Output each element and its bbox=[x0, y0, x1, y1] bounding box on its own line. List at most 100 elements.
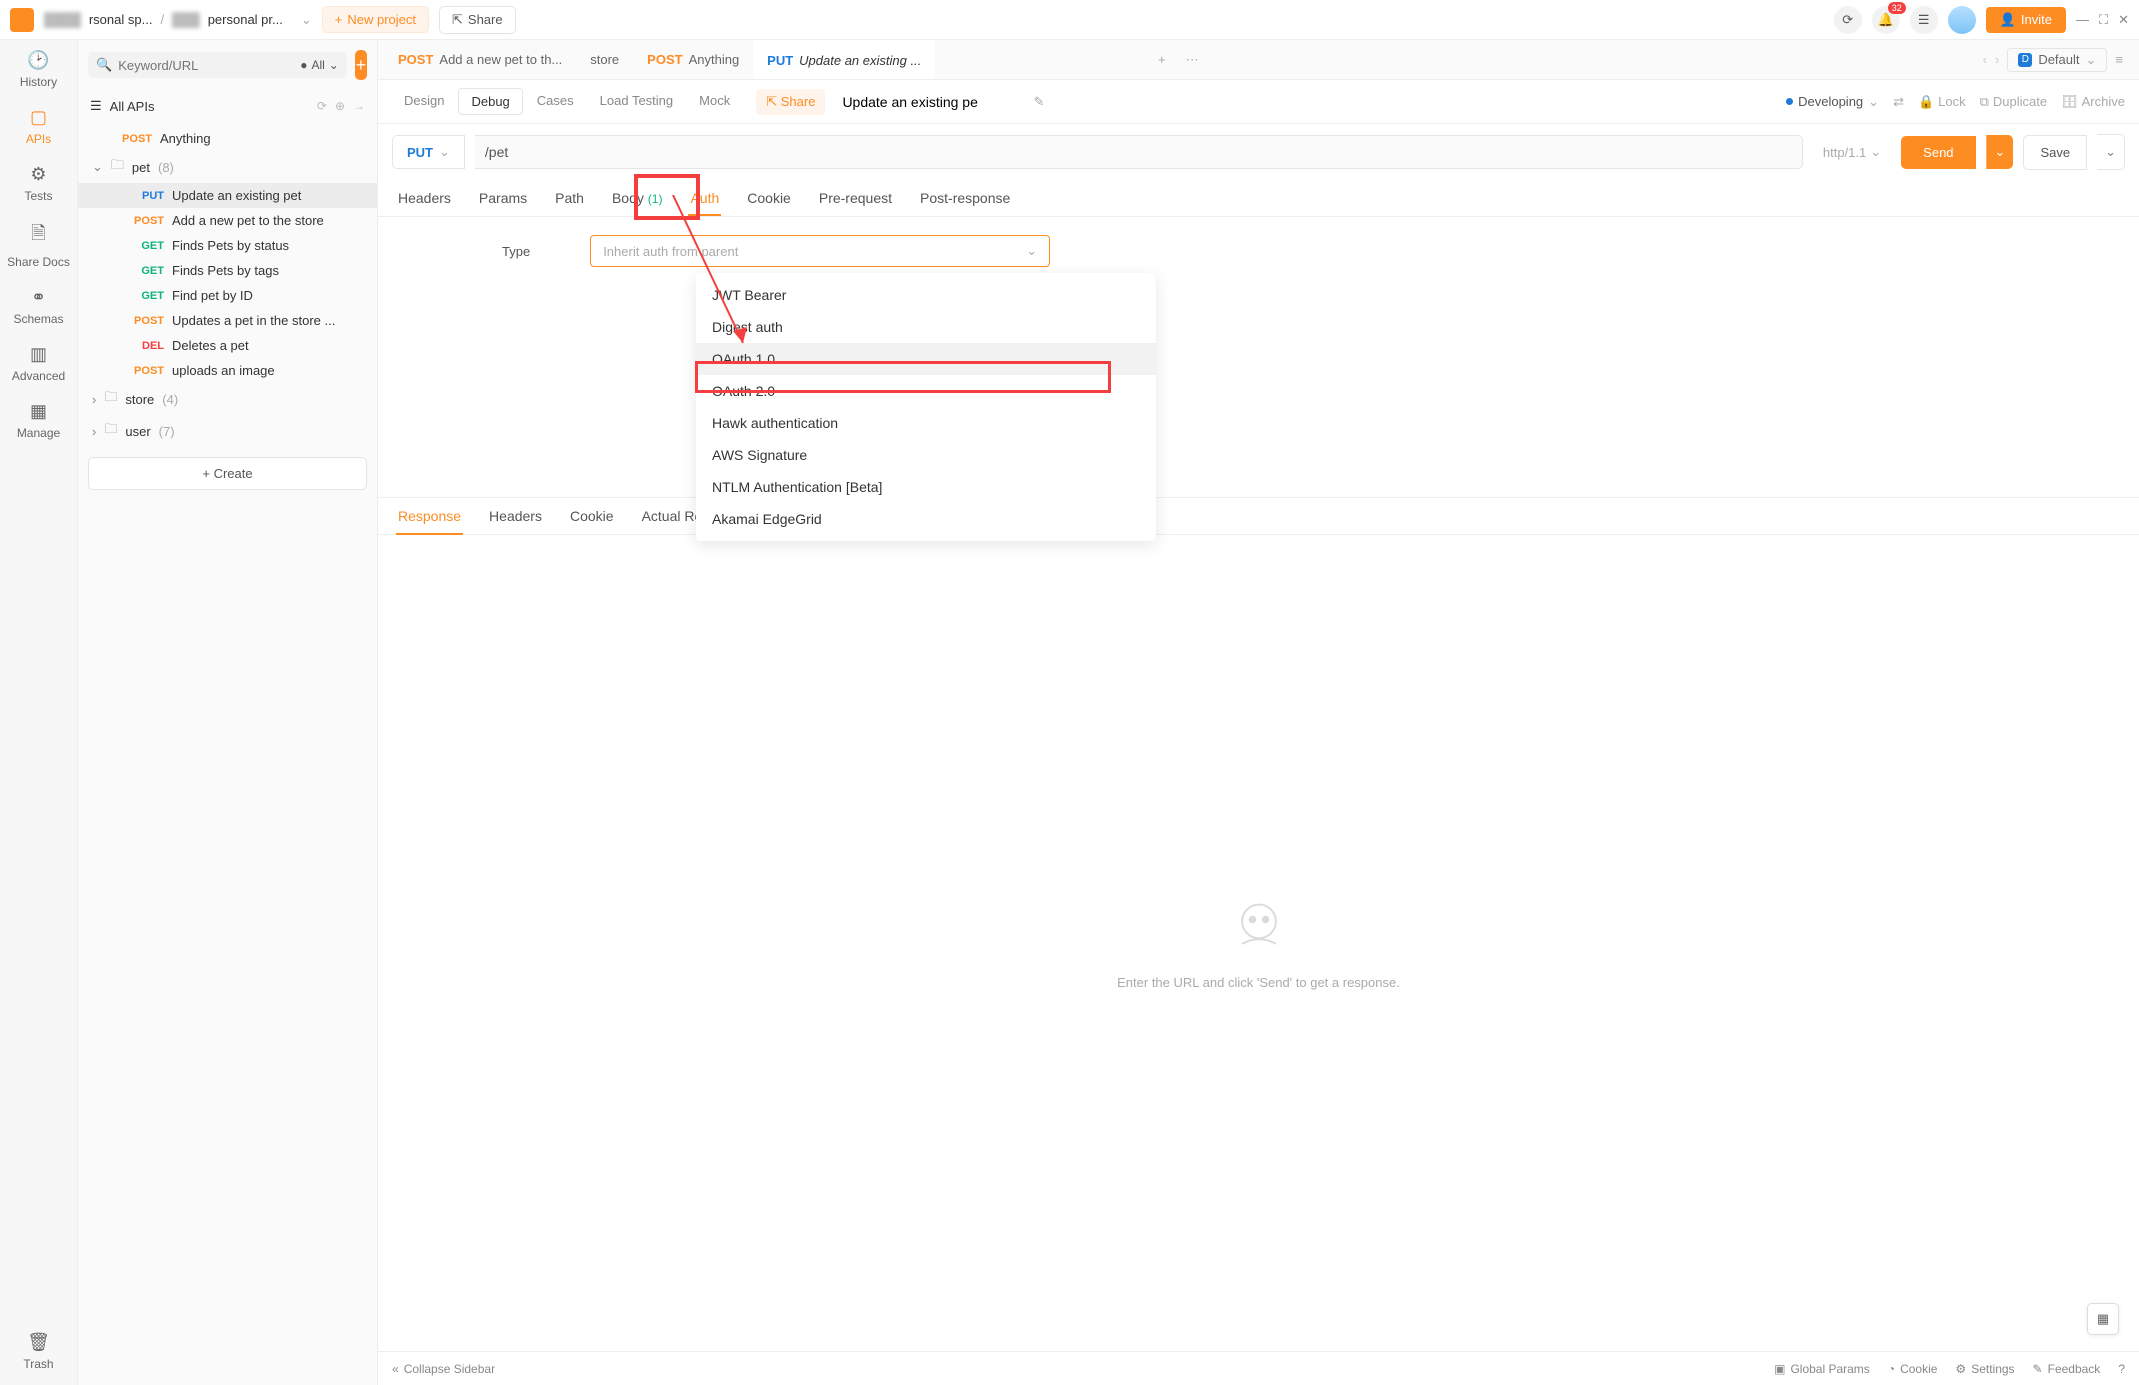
tree-item[interactable]: GETFinds Pets by tags bbox=[78, 258, 377, 283]
help-button[interactable]: ? bbox=[2118, 1362, 2125, 1376]
arrow-icon[interactable]: → bbox=[353, 99, 365, 113]
auth-option[interactable]: Digest auth bbox=[696, 311, 1156, 343]
auth-option[interactable]: Akamai EdgeGrid bbox=[696, 503, 1156, 535]
mode-cases[interactable]: Cases bbox=[525, 88, 586, 115]
method-selector[interactable]: PUT⌄ bbox=[392, 135, 465, 169]
tree-item-anything[interactable]: POST Anything bbox=[78, 126, 377, 151]
send-dropdown[interactable]: ⌄ bbox=[1986, 135, 2014, 169]
api-status-selector[interactable]: Developing ⌄ bbox=[1786, 94, 1879, 110]
search-input-wrapper[interactable]: 🔍 ● All ⌄ bbox=[88, 52, 347, 78]
tree-item[interactable]: POSTuploads an image bbox=[78, 358, 377, 383]
refresh-icon[interactable]: ⟳ bbox=[317, 99, 327, 113]
ptab-prereq[interactable]: Pre-request bbox=[817, 180, 894, 216]
feedback-button[interactable]: ✎Feedback bbox=[2033, 1362, 2101, 1376]
rail-tests[interactable]: ⚙Tests bbox=[24, 164, 52, 203]
share-api-button[interactable]: ⇱ Share bbox=[756, 89, 825, 115]
close-icon[interactable]: ✕ bbox=[2118, 12, 2129, 28]
tree-item[interactable]: PUTUpdate an existing pet bbox=[78, 183, 377, 208]
request-tab[interactable]: POST Anything bbox=[633, 40, 753, 79]
share-top-button[interactable]: ⇱Share bbox=[439, 6, 516, 34]
add-button[interactable]: + bbox=[355, 50, 367, 80]
edit-name-icon[interactable]: ✎ bbox=[1033, 94, 1044, 110]
maximize-icon[interactable]: ⛶ bbox=[2099, 12, 2108, 28]
duplicate-button[interactable]: ⧉Duplicate bbox=[1980, 94, 2048, 110]
send-button[interactable]: Send bbox=[1901, 136, 1975, 169]
auth-option[interactable]: OAuth 1.0 bbox=[696, 343, 1156, 375]
auth-option[interactable]: NTLM Authentication [Beta] bbox=[696, 471, 1156, 503]
settings-button[interactable]: ⚙Settings bbox=[1955, 1362, 2014, 1376]
tab-nav-next[interactable]: › bbox=[1995, 52, 1999, 67]
lock-button[interactable]: 🔒Lock bbox=[1918, 94, 1966, 110]
auth-option[interactable]: Hawk authentication bbox=[696, 407, 1156, 439]
request-tab[interactable]: PUT Update an existing ... bbox=[753, 40, 935, 79]
tree-item[interactable]: GETFind pet by ID bbox=[78, 283, 377, 308]
ptab-body[interactable]: Body (1) bbox=[610, 180, 664, 216]
search-scope-all[interactable]: ● All ⌄ bbox=[300, 58, 339, 72]
layout-toggle-button[interactable]: ▦ bbox=[2087, 1303, 2119, 1335]
all-apis-header[interactable]: ☰ All APIs ⟳ ⊕ → bbox=[78, 90, 377, 122]
archive-button[interactable]: 🗄Archive bbox=[2061, 94, 2125, 110]
auth-option[interactable]: OAuth 2.0 bbox=[696, 375, 1156, 407]
mode-design[interactable]: Design bbox=[392, 88, 456, 115]
rail-trash[interactable]: 🗑Trash bbox=[23, 1332, 53, 1371]
tab-nav-prev[interactable]: ‹ bbox=[1983, 52, 1987, 67]
tree-folder-pet[interactable]: ⌄ 🗀 pet (8) bbox=[78, 151, 377, 183]
sync-icon[interactable]: ⟳ bbox=[1834, 6, 1862, 34]
ptab-path[interactable]: Path bbox=[553, 180, 586, 216]
global-params-button[interactable]: ▣Global Params bbox=[1774, 1362, 1870, 1376]
rail-history[interactable]: 🕑History bbox=[20, 50, 57, 89]
rail-advanced[interactable]: ▥Advanced bbox=[12, 344, 65, 383]
breadcrumb[interactable]: ████ rsonal sp... / ███ personal pr... ⌄ bbox=[44, 12, 312, 28]
api-name-input[interactable] bbox=[839, 91, 1019, 113]
tab-more-button[interactable]: ⋯ bbox=[1176, 52, 1209, 68]
create-button[interactable]: + Create bbox=[88, 457, 367, 490]
ptab-postresp[interactable]: Post-response bbox=[918, 180, 1012, 216]
ptab-auth[interactable]: Auth bbox=[688, 180, 721, 216]
rtab-cookie[interactable]: Cookie bbox=[568, 498, 616, 534]
rtab-response[interactable]: Response bbox=[396, 498, 463, 534]
rail-sharedocs[interactable]: 🗎Share Docs bbox=[7, 221, 70, 269]
collapse-sidebar-button[interactable]: « Collapse Sidebar bbox=[392, 1362, 495, 1376]
mode-mock[interactable]: Mock bbox=[687, 88, 742, 115]
tree-folder-store[interactable]: › 🗀 store (4) bbox=[78, 383, 377, 415]
rail-schemas[interactable]: ⚭Schemas bbox=[13, 287, 63, 326]
bell-icon[interactable]: 🔔32 bbox=[1872, 6, 1900, 34]
tree-folder-user[interactable]: › 🗀 user (7) bbox=[78, 415, 377, 447]
search-input[interactable] bbox=[118, 58, 294, 73]
mode-debug[interactable]: Debug bbox=[458, 88, 522, 115]
cookie-button[interactable]: ◔Cookie bbox=[1888, 1362, 1938, 1376]
save-button[interactable]: Save bbox=[2023, 135, 2087, 170]
auth-option[interactable]: AWS Signature bbox=[696, 439, 1156, 471]
tree-item[interactable]: POSTUpdates a pet in the store ... bbox=[78, 308, 377, 333]
new-project-button[interactable]: +New project bbox=[322, 6, 429, 33]
request-tab[interactable]: store bbox=[576, 40, 633, 79]
minimize-icon[interactable]: — bbox=[2076, 12, 2089, 27]
auth-option[interactable]: JWT Bearer bbox=[696, 279, 1156, 311]
environment-selector[interactable]: DDefault⌄ bbox=[2007, 48, 2107, 72]
tree-item[interactable]: DELDeletes a pet bbox=[78, 333, 377, 358]
rtab-headers[interactable]: Headers bbox=[487, 498, 544, 534]
mode-load[interactable]: Load Testing bbox=[588, 88, 686, 115]
breadcrumb-project[interactable]: personal pr... bbox=[208, 12, 283, 27]
locate-icon[interactable]: ⊕ bbox=[335, 99, 345, 113]
breadcrumb-space[interactable]: rsonal sp... bbox=[89, 12, 153, 27]
request-tab[interactable]: POST Add a new pet to th... bbox=[384, 40, 576, 79]
docs-icon: 🗎 bbox=[31, 221, 45, 251]
env-settings-icon[interactable]: ≡ bbox=[2115, 52, 2123, 67]
tree-item[interactable]: GETFinds Pets by status bbox=[78, 233, 377, 258]
invite-button[interactable]: 👤Invite bbox=[1986, 7, 2066, 33]
ptab-cookie[interactable]: Cookie bbox=[745, 180, 793, 216]
avatar[interactable] bbox=[1948, 6, 1976, 34]
layout-icon[interactable]: ⇄ bbox=[1893, 94, 1904, 110]
tab-add-button[interactable]: + bbox=[1148, 52, 1176, 67]
save-dropdown[interactable]: ⌄ bbox=[2097, 134, 2125, 170]
protocol-selector[interactable]: http/1.1 ⌄ bbox=[1813, 144, 1891, 160]
auth-type-select[interactable]: Inherit auth from parent ⌄ bbox=[590, 235, 1050, 267]
ptab-params[interactable]: Params bbox=[477, 180, 529, 216]
ptab-headers[interactable]: Headers bbox=[396, 180, 453, 216]
url-input[interactable] bbox=[475, 135, 1803, 169]
notes-icon[interactable]: ☰ bbox=[1910, 6, 1938, 34]
rail-manage[interactable]: ▦Manage bbox=[17, 401, 60, 440]
tree-item[interactable]: POSTAdd a new pet to the store bbox=[78, 208, 377, 233]
rail-apis[interactable]: ▢APIs bbox=[26, 107, 51, 146]
